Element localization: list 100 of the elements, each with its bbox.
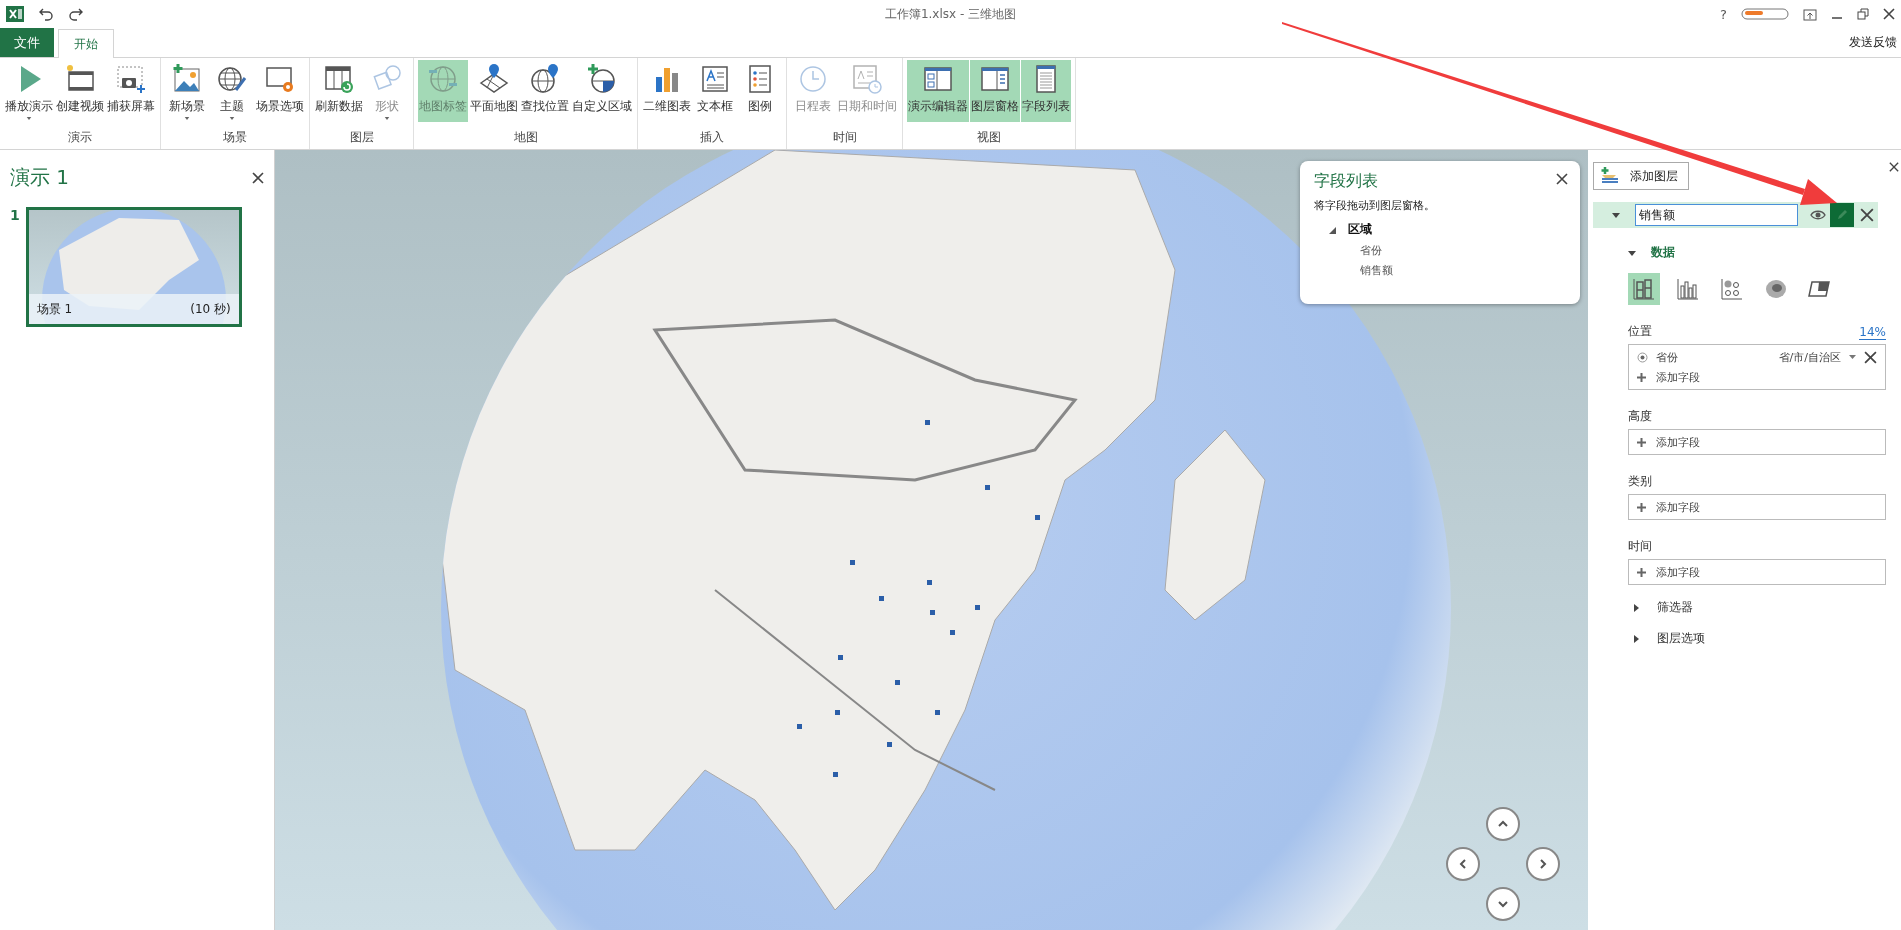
ribbon-button[interactable]: 主题 (210, 60, 254, 122)
ribbon-button[interactable]: 自定义区域 (571, 60, 633, 122)
expand-triangle-icon[interactable] (1631, 602, 1641, 613)
close-icon[interactable] (1556, 173, 1568, 185)
pan-left-button[interactable] (1446, 847, 1480, 881)
group-label: 插入 (700, 129, 724, 146)
ribbon-button[interactable]: 平面地图 (469, 60, 519, 122)
help-button[interactable]: ? (1720, 6, 1727, 22)
well-label: 位置 (1628, 323, 1652, 340)
scene-duration: (10 秒) (190, 300, 231, 318)
field-well[interactable]: 添加字段 (1628, 429, 1886, 455)
camera-icon (115, 63, 147, 95)
add-field-link[interactable]: 添加字段 (1656, 434, 1700, 450)
pan-right-button[interactable] (1526, 847, 1560, 881)
pan-down-button[interactable] (1486, 887, 1520, 921)
tour-title: 演示 1 (10, 164, 70, 191)
ribbon-button[interactable]: 场景选项 (255, 60, 305, 122)
redo-icon[interactable] (68, 6, 84, 22)
ribbon-button[interactable]: 播放演示 (4, 60, 54, 122)
scene-card[interactable]: 场景 1 (10 秒) (25, 207, 242, 327)
expand-triangle-icon[interactable] (1631, 633, 1641, 644)
field-name: 省份 (1656, 349, 1678, 365)
field-item[interactable]: 省份 (1360, 244, 1382, 257)
collapse-triangle-icon[interactable] (1611, 210, 1621, 220)
popup-title: 字段列表 (1314, 171, 1378, 192)
chevron-down-icon (1497, 900, 1509, 908)
add-field-link[interactable]: 添加字段 (1656, 499, 1700, 515)
spreadsheet-logo-icon (6, 5, 24, 23)
remove-icon[interactable] (1864, 350, 1877, 364)
feedback-link[interactable]: 发送反馈 (1849, 34, 1897, 51)
caret-icon[interactable] (1849, 355, 1856, 359)
field-well[interactable]: 添加字段 (1628, 494, 1886, 520)
layers-plus-icon (1600, 167, 1620, 185)
field-type[interactable]: 省/市/自治区 (1778, 349, 1841, 365)
scene-number: 1 (10, 207, 20, 223)
ribbon-button[interactable]: 二维图表 (642, 60, 692, 122)
radio-icon[interactable] (1637, 351, 1648, 363)
field-group[interactable]: 区域 (1348, 221, 1372, 238)
ribbon-button[interactable]: 刷新数据 (314, 60, 364, 122)
group-label: 场景 (223, 129, 247, 146)
chevron-up-icon (1497, 820, 1509, 828)
delete-icon[interactable] (1860, 208, 1874, 222)
table-refresh-icon (323, 63, 355, 95)
field-item[interactable]: 销售额 (1360, 264, 1393, 277)
pan-up-button[interactable] (1486, 807, 1520, 841)
group-label: 图层 (349, 129, 374, 146)
ribbon-button[interactable]: 图层窗格 (970, 60, 1020, 122)
globe-pin-icon (529, 63, 561, 95)
add-field-link[interactable]: 添加字段 (1656, 369, 1700, 385)
clock-icon (797, 63, 829, 95)
file-tab[interactable]: 文件 (0, 28, 54, 57)
close-icon[interactable] (252, 171, 264, 184)
plus-icon (1637, 502, 1646, 512)
group-label: 演示 (68, 129, 92, 146)
layer-name-field[interactable]: 销售额 (1635, 204, 1798, 226)
percent-link[interactable]: 14% (1859, 325, 1886, 340)
ribbon-button[interactable]: 捕获屏幕 (106, 60, 156, 122)
group-label: 视图 (977, 129, 1001, 146)
plus-icon (1637, 437, 1646, 447)
ribbon-button[interactable]: 字段列表 (1021, 60, 1071, 122)
layer-row[interactable]: 销售额 (1593, 202, 1878, 228)
bubbles-icon (1719, 276, 1745, 302)
expand-triangle-icon[interactable] (1328, 225, 1336, 234)
ribbon-button[interactable]: 图例 (738, 60, 782, 122)
eye-icon[interactable] (1810, 209, 1826, 221)
field-well[interactable]: 添加字段 (1628, 559, 1886, 585)
pencil-icon (1836, 209, 1848, 221)
group-label: 地图 (513, 129, 538, 146)
chevron-left-icon (1459, 858, 1467, 870)
add-layer-button[interactable]: 添加图层 (1593, 162, 1689, 190)
ribbon-tab[interactable]: 开始 (58, 29, 114, 58)
ribbon-button[interactable]: 查找位置 (520, 60, 570, 122)
restore-icon[interactable] (1857, 8, 1869, 20)
map-view[interactable]: 字段列表 将字段拖动到图层窗格。 区域 省份 销售额 (275, 150, 1588, 930)
well-label: 高度 (1628, 408, 1652, 425)
group-label: 时间 (832, 129, 857, 146)
text-box-icon (699, 63, 731, 95)
scene-name: 场景 1 (36, 300, 73, 318)
ribbon-button[interactable]: 创建视频 (55, 60, 105, 122)
add-field-link[interactable]: 添加字段 (1656, 564, 1700, 580)
close-icon[interactable] (1883, 8, 1895, 20)
ribbon-button[interactable]: 演示编辑器 (907, 60, 969, 122)
map-pin-icon (478, 63, 510, 95)
calendar-clock-icon (851, 63, 883, 95)
picture-icon (171, 63, 203, 95)
undo-icon[interactable] (38, 6, 54, 22)
section-title[interactable]: 图层选项 (1657, 630, 1705, 647)
close-icon[interactable] (1889, 162, 1899, 172)
well-label: 时间 (1628, 538, 1652, 555)
section-title[interactable]: 数据 (1651, 244, 1675, 261)
section-title[interactable]: 筛选器 (1657, 599, 1693, 616)
ribbon-button[interactable]: 文本框 (693, 60, 737, 122)
field-well[interactable]: 省份 省/市/自治区 添加字段 (1628, 344, 1886, 390)
bar-chart-icon (1675, 276, 1701, 302)
window-upload-icon[interactable] (1803, 7, 1817, 21)
visualization-button[interactable] (1628, 273, 1660, 305)
plus-icon (1637, 567, 1646, 577)
globe-icon (427, 63, 459, 95)
pill-icon (1741, 8, 1789, 20)
ribbon-button[interactable]: 新场景 (165, 60, 209, 122)
